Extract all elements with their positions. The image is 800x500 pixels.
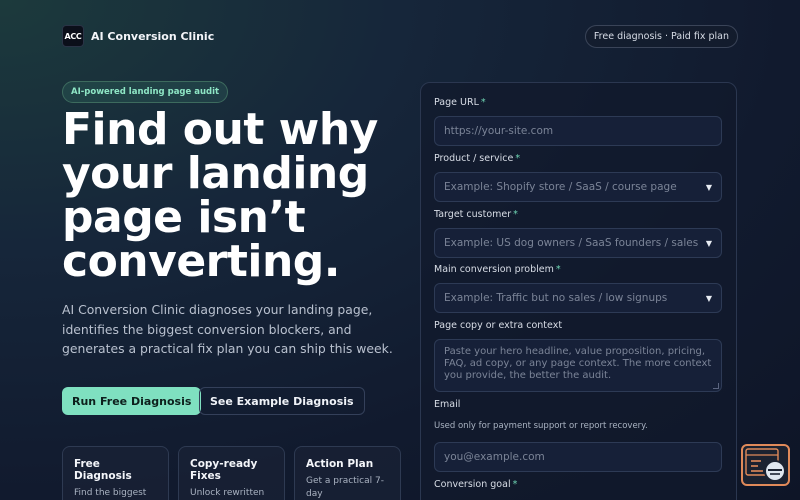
page-url-label: Page URL *	[434, 97, 486, 108]
top-bar: ACC AI Conversion Clinic Free diagnosis …	[62, 24, 738, 48]
feature-body: Get a practical 7-day	[306, 476, 384, 499]
feature-title: Action Plan	[306, 458, 374, 470]
run-free-diagnosis-button[interactable]: Run Free Diagnosis	[62, 387, 202, 415]
email-input[interactable]: you@example.com	[434, 442, 722, 472]
hero-title: Find out why your landing page isn’t con…	[62, 104, 378, 287]
target-customer-label: Target customer *	[434, 209, 518, 220]
see-example-diagnosis-button[interactable]: See Example Diagnosis	[199, 387, 365, 415]
audit-badge: AI-powered landing page audit	[62, 81, 229, 103]
feature-body: Unlock rewritten	[190, 488, 265, 498]
target-customer-select[interactable]: Example: US dog owners / SaaS founders /…	[434, 228, 722, 258]
feature-card-action-plan: Action Plan Get a practical 7-day	[294, 446, 401, 500]
hero-subtitle: AI Conversion Clinic diagnoses your land…	[62, 302, 393, 356]
resize-handle[interactable]	[713, 383, 719, 389]
feature-title: Free Diagnosis	[74, 458, 132, 482]
feature-card-copy-ready-fixes: Copy-ready Fixes Unlock rewritten	[178, 446, 285, 500]
brand-name: AI Conversion Clinic	[91, 29, 215, 43]
chevron-down-icon: ▼	[705, 238, 712, 248]
conversion-goal-label: Conversion goal *	[434, 479, 518, 490]
conversion-problem-label: Main conversion problem *	[434, 264, 561, 275]
product-label: Product / service *	[434, 153, 521, 164]
conversion-problem-select[interactable]: Example: Traffic but no sales / low sign…	[434, 283, 722, 313]
chevron-down-icon: ▼	[705, 293, 712, 303]
logo: ACC	[62, 25, 84, 47]
chevron-down-icon: ▼	[705, 182, 712, 192]
feature-card-free-diagnosis: Free Diagnosis Find the biggest blockers…	[62, 446, 169, 500]
feature-body: Find the biggest blockers hurting	[74, 488, 147, 498]
brand[interactable]: ACC AI Conversion Clinic	[62, 25, 214, 47]
feature-title: Copy-ready Fixes	[190, 458, 258, 482]
page-url-input[interactable]: https://your-site.com	[434, 116, 722, 146]
page-copy-label: Page copy or extra context	[434, 320, 563, 331]
product-select[interactable]: Example: Shopify store / SaaS / course p…	[434, 172, 722, 202]
email-label: Email	[434, 399, 461, 410]
pricing-pill: Free diagnosis · Paid fix plan	[584, 24, 738, 48]
page-copy-textarea[interactable]: Paste your hero headline, value proposit…	[434, 339, 722, 392]
email-help-text: Used only for payment support or report …	[434, 421, 648, 431]
chat-support-icon[interactable]	[741, 444, 790, 486]
